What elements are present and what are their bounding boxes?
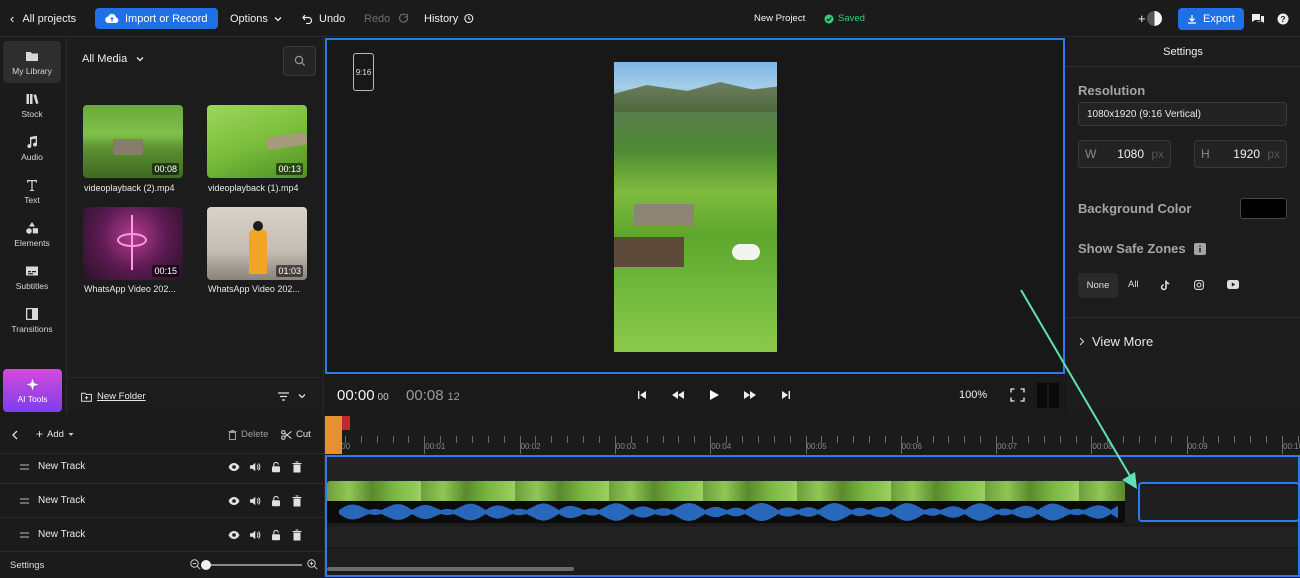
annotation-arrow (1020, 289, 1137, 489)
